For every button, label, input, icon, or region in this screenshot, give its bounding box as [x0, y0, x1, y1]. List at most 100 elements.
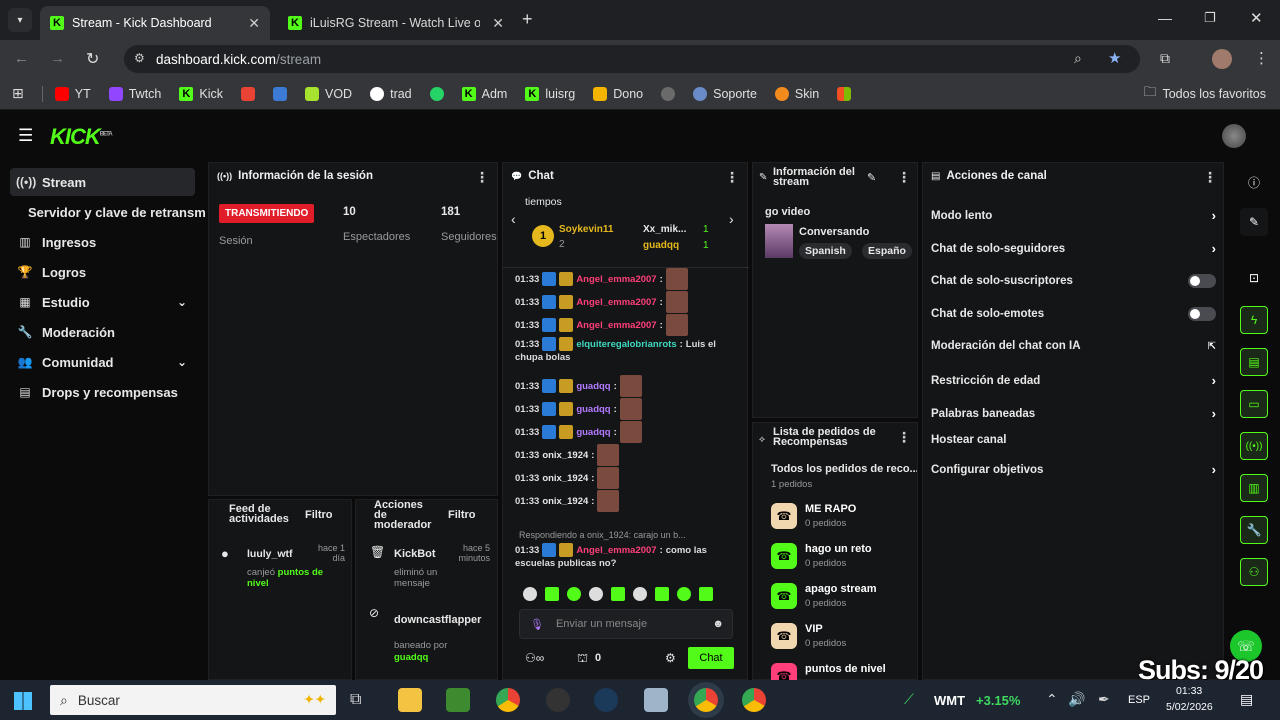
- mod-user[interactable]: KickBot: [394, 548, 436, 560]
- bookmark-luisrg[interactable]: Kluisrg: [525, 86, 575, 101]
- emote-icon[interactable]: [567, 587, 581, 601]
- file-explorer-icon[interactable]: [398, 688, 422, 712]
- more-options-icon[interactable]: ⋮: [1203, 169, 1217, 186]
- top-gifter-name[interactable]: Xx_mik...: [643, 224, 686, 235]
- obs-icon[interactable]: [546, 688, 570, 712]
- bookmark-adm[interactable]: K Adm: [461, 86, 507, 101]
- reward-item[interactable]: ☎ ME RAPO 0 pedidos: [771, 503, 856, 529]
- kick-logo[interactable]: KICKBETA: [50, 124, 113, 150]
- sidebar-item-revenue[interactable]: ▥ Ingresos: [10, 228, 195, 256]
- steam-icon[interactable]: [594, 688, 618, 712]
- send-chat-button[interactable]: Chat: [688, 647, 734, 669]
- tab-stream-watch[interactable]: K iLuisRG Stream - Watch Live on ✕: [278, 6, 514, 40]
- apps-grid-icon[interactable]: ⊞: [12, 85, 24, 102]
- minecraft-icon[interactable]: [446, 688, 470, 712]
- channel-action-item[interactable]: Palabras baneadas ›: [931, 406, 1216, 421]
- chat-user[interactable]: guadqq: [576, 427, 610, 438]
- edit-stream-icon[interactable]: ✎: [867, 171, 876, 184]
- sidebar-item-moderation[interactable]: 🔧 Moderación: [10, 318, 195, 346]
- chat-user[interactable]: onix_1924: [542, 496, 588, 507]
- tab-search-button[interactable]: ▾: [8, 8, 32, 32]
- window-close-button[interactable]: ✕: [1250, 9, 1263, 27]
- screen-capture-icon[interactable]: ⊡: [1240, 264, 1268, 292]
- toggle-switch[interactable]: [1188, 274, 1216, 288]
- reward-item[interactable]: ☎ hago un reto 0 pedidos: [771, 543, 872, 569]
- hamburger-menu-icon[interactable]: ☰: [18, 126, 33, 146]
- site-info-icon[interactable]: ⚙: [134, 51, 145, 65]
- pen-icon[interactable]: ✒: [1098, 691, 1110, 708]
- chat-user[interactable]: Angel_emma2007: [576, 274, 656, 285]
- chat-settings-icon[interactable]: ⚙: [665, 651, 676, 665]
- top-gifter-name[interactable]: guadqq: [643, 240, 679, 251]
- activity-user[interactable]: luuly_wtf: [247, 548, 293, 560]
- language-indicator[interactable]: ESP: [1128, 694, 1150, 706]
- chat-user[interactable]: elquiteregalobrianrots: [576, 339, 676, 350]
- store-icon[interactable]: ⛫: [577, 651, 588, 667]
- chrome-profile-icon[interactable]: [742, 688, 766, 712]
- mod-by[interactable]: guadqq: [394, 652, 428, 663]
- volume-icon[interactable]: 🔊: [1068, 691, 1085, 708]
- stock-ticker[interactable]: WMT: [934, 693, 965, 708]
- chat-user[interactable]: onix_1924: [542, 473, 588, 484]
- channel-action-item[interactable]: Chat de solo-emotes: [931, 307, 1216, 321]
- all-favorites[interactable]: 🗀 Todos los favoritos: [1143, 83, 1266, 105]
- minimize-button[interactable]: —: [1158, 10, 1172, 26]
- prev-arrow-icon[interactable]: ‹: [511, 211, 516, 227]
- chat-user[interactable]: Angel_emma2007: [576, 320, 656, 331]
- chat-user[interactable]: Angel_emma2007: [576, 297, 656, 308]
- bookmark-skin[interactable]: Skin: [774, 86, 819, 101]
- task-view-icon[interactable]: ⧉: [350, 691, 361, 709]
- more-options-icon[interactable]: ⋮: [475, 169, 489, 186]
- close-icon[interactable]: ✕: [248, 15, 260, 32]
- tab-kick-dashboard[interactable]: K Stream - Kick Dashboard ✕: [40, 6, 270, 40]
- more-options-icon[interactable]: ⋮: [725, 169, 739, 186]
- bookmark-xbox[interactable]: [661, 86, 676, 101]
- profile-avatar[interactable]: [1212, 49, 1232, 69]
- bookmark-star-icon[interactable]: ★: [1108, 49, 1121, 67]
- sidebar-item-achievements[interactable]: 🏆 Logros: [10, 258, 195, 286]
- app-icon[interactable]: [644, 688, 668, 712]
- emote-icon[interactable]: [677, 587, 691, 601]
- reward-item[interactable]: ☎ VIP 0 pedidos: [771, 623, 846, 649]
- emote-icon[interactable]: [589, 587, 603, 601]
- sidebar-item-community[interactable]: 👥 Comunidad ⌄: [10, 348, 195, 376]
- community-icon[interactable]: ⚇: [1240, 558, 1268, 586]
- top-gifter-name[interactable]: Soykevin11: [559, 224, 613, 235]
- mod-user[interactable]: downcastflapper: [394, 614, 490, 626]
- mod-filter-button[interactable]: Filtro: [448, 509, 476, 521]
- channel-action-item[interactable]: Restricción de edad ›: [931, 373, 1216, 388]
- emote-icon[interactable]: [699, 587, 713, 601]
- user-avatar[interactable]: [1222, 124, 1246, 148]
- emote-icon[interactable]: [523, 587, 537, 601]
- more-options-icon[interactable]: ⋮: [897, 429, 911, 446]
- taskbar-search-input[interactable]: ⌕ Buscar ✦✦: [50, 685, 336, 715]
- tag-spanish[interactable]: Spanish: [799, 243, 852, 259]
- chat-user[interactable]: Angel_emma2007: [576, 545, 656, 556]
- sidebar-item-stream[interactable]: ((•)) Stream: [10, 168, 195, 196]
- microphone-icon[interactable]: 🎙: [530, 618, 544, 631]
- bookmark-ms[interactable]: [837, 86, 852, 101]
- channel-action-item[interactable]: Chat de solo-seguidores ›: [931, 241, 1216, 256]
- lightning-icon[interactable]: ϟ: [1240, 306, 1268, 334]
- chat-user[interactable]: onix_1924: [542, 450, 588, 461]
- chrome-icon[interactable]: [496, 688, 520, 712]
- chat-bubble-icon[interactable]: ▭: [1240, 390, 1268, 418]
- activity-filter-button[interactable]: Filtro: [305, 509, 333, 521]
- bookmark-kick[interactable]: K Kick: [179, 86, 223, 101]
- reload-icon[interactable]: ↻: [86, 49, 99, 69]
- emote-icon[interactable]: [655, 587, 669, 601]
- more-options-icon[interactable]: ⋮: [897, 169, 911, 186]
- next-arrow-icon[interactable]: ›: [729, 211, 734, 227]
- browser-menu-icon[interactable]: ⋮: [1254, 49, 1269, 67]
- emote-icon[interactable]: [611, 587, 625, 601]
- back-icon[interactable]: ←: [14, 50, 29, 67]
- close-icon[interactable]: ✕: [492, 15, 504, 32]
- bookmark-dono[interactable]: Dono: [593, 86, 643, 101]
- clock-time[interactable]: 01:33: [1176, 685, 1202, 697]
- chat-input[interactable]: 🎙 Enviar un mensaje ☻: [519, 609, 733, 639]
- edit-icon[interactable]: ✎: [1240, 208, 1268, 236]
- sidebar-item-drops[interactable]: ▤ Drops y recompensas: [10, 378, 195, 406]
- windows-start-icon[interactable]: [14, 692, 32, 710]
- clock-date[interactable]: 5/02/2026: [1166, 701, 1213, 713]
- category-name[interactable]: Conversando: [799, 226, 869, 238]
